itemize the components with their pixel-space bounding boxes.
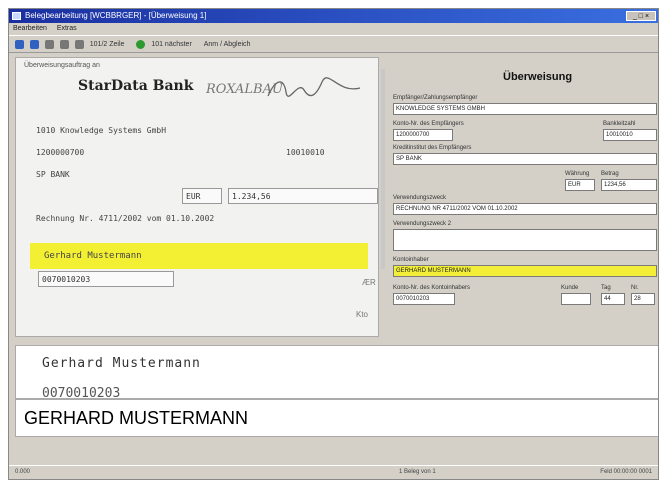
delete-icon[interactable]: [44, 40, 54, 49]
purpose2-field[interactable]: [393, 229, 657, 251]
payer-account-label: Konto-Nr. des Kontoinhabers: [393, 285, 471, 291]
window-title: Belegbearbeitung [WCBBRGER] - [Überweisu…: [25, 11, 207, 20]
amount-label: Betrag: [601, 171, 619, 177]
image-scrollbar[interactable]: [381, 69, 385, 269]
payer-field[interactable]: GERHARD MUSTERMANN: [393, 265, 657, 277]
status-bar: 0.000 1 Beleg von 1 Feld 00:00:00 0001: [9, 465, 658, 479]
slip-recipient: 1010 Knowledge Systems GmbH: [36, 126, 167, 135]
ocr-result-field[interactable]: GERHARD MUSTERMANN: [15, 399, 658, 437]
field-a-label: Kunde: [561, 285, 579, 291]
back-icon[interactable]: [15, 40, 24, 49]
payer-label: Kontoinhaber: [393, 257, 429, 263]
recipient-label: Empfänger/Zahlungsempfänger: [393, 95, 478, 101]
toolbar: 101/2 Zeile 101 nächster Anm / Abgleich: [9, 35, 658, 53]
purpose2-label: Verwendungszweck 2: [393, 221, 452, 227]
recipient-field[interactable]: KNOWLEDGE SYSTEMS GMBH: [393, 103, 657, 115]
slip-payer-account: 0070010203: [38, 271, 174, 287]
next-icon[interactable]: [136, 40, 146, 49]
amount-field[interactable]: 1234,56: [601, 179, 657, 191]
slip-amount: 1.234,56: [228, 188, 378, 204]
field-c-label: Nr.: [631, 285, 639, 291]
field-b-label: Tag: [601, 285, 611, 291]
bank-code-label: Bankleitzahl: [603, 121, 636, 127]
status-left: 0.000: [15, 469, 31, 475]
slip-payer-name-highlight: Gerhard Mustermann: [30, 243, 368, 269]
zoom-icon[interactable]: [74, 40, 84, 49]
field-c[interactable]: 28: [631, 293, 655, 305]
title-bar: Belegbearbeitung [WCBBRGER] - [Überweisu…: [9, 9, 658, 23]
currency-field[interactable]: EUR: [565, 179, 595, 191]
forward-icon[interactable]: [29, 40, 39, 49]
toolbar-next-button[interactable]: 101 nächster: [151, 41, 191, 48]
slip-bank: SP BANK: [36, 170, 70, 179]
document-image-pane: Überweisungsauftrag an StarData Bank ROX…: [15, 57, 379, 337]
handwriting-line-2: 0070010203: [42, 386, 121, 399]
bank-field[interactable]: SP BANK: [393, 153, 657, 165]
field-a[interactable]: [561, 293, 591, 305]
purpose-field[interactable]: RECHNUNG NR 4711/2002 VOM 01.10.2002: [393, 203, 657, 215]
bank-logo-text: StarData Bank: [78, 78, 194, 94]
toolbar-line-button[interactable]: 101/2 Zeile: [90, 41, 125, 48]
slip-side-icon-2[interactable]: Kto: [356, 310, 368, 319]
field-b[interactable]: 44: [601, 293, 625, 305]
app-icon: [12, 12, 21, 20]
toolbar-compare-button[interactable]: Anm / Abgleich: [204, 41, 251, 48]
account-field[interactable]: 1200000700: [393, 129, 453, 141]
slip-bank-code: 10010010: [286, 148, 325, 157]
bank-label: Kreditinstitut des Empfängers: [393, 145, 472, 151]
slip-account: 1200000700: [36, 148, 85, 157]
menu-item-extras[interactable]: Extras: [57, 25, 77, 32]
account-label: Konto-Nr. des Empfängers: [393, 121, 464, 127]
status-right: Feld 00:00:00 0001: [600, 469, 652, 475]
handwriting-pane: Gerhard Mustermann 0070010203: [15, 345, 658, 399]
rotate-icon[interactable]: [59, 40, 69, 49]
payer-account-field[interactable]: 0070010203: [393, 293, 455, 305]
application-window: Belegbearbeitung [WCBBRGER] - [Überweisu…: [8, 8, 659, 480]
bank-code-field[interactable]: 10010010: [603, 129, 657, 141]
menu-bar: Bearbeiten Extras: [9, 24, 658, 34]
currency-label: Währung: [565, 171, 590, 177]
form-title: Überweisung: [503, 71, 573, 83]
slip-currency: EUR: [182, 188, 222, 204]
status-document-count: 1 Beleg von 1: [399, 469, 436, 475]
signature-icon: [267, 77, 361, 97]
handwriting-line-1: Gerhard Mustermann: [42, 356, 201, 371]
menu-item-bearbeiten[interactable]: Bearbeiten: [13, 25, 47, 32]
window-controls[interactable]: _ □ ×: [626, 11, 656, 21]
slip-side-icon-1[interactable]: ÆR: [362, 278, 376, 287]
slip-reference: Rechnung Nr. 4711/2002 vom 01.10.2002: [36, 214, 215, 223]
transfer-form: Überweisung Empfänger/Zahlungsempfänger …: [389, 57, 658, 337]
purpose-label: Verwendungszweck: [393, 195, 447, 201]
slip-header-label: Überweisungsauftrag an: [24, 62, 100, 69]
